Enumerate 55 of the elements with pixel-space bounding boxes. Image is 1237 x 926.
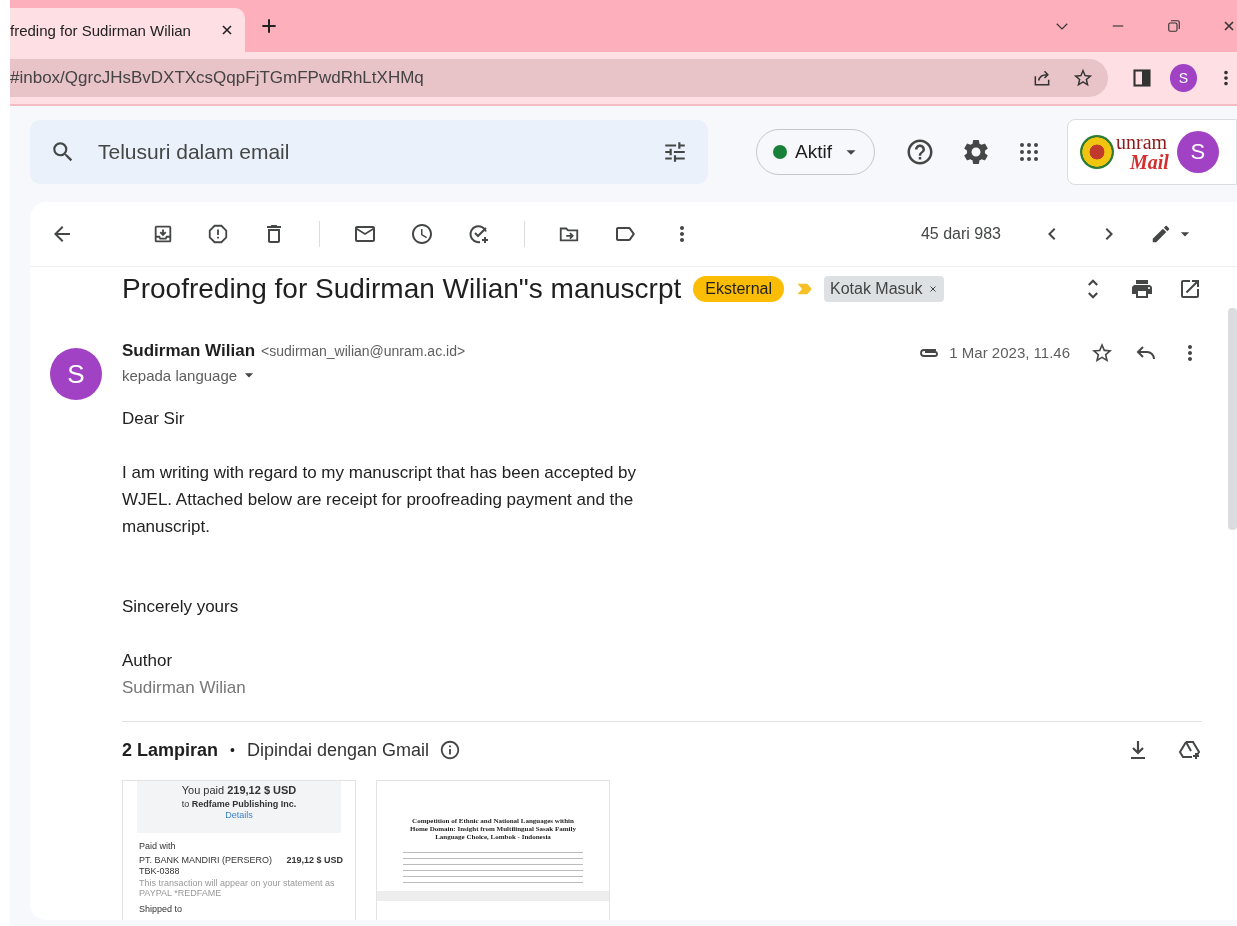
emblem-icon (1080, 135, 1114, 169)
scrollbar-thumb[interactable] (1228, 308, 1237, 530)
open-in-new-window-icon[interactable] (1178, 277, 1202, 301)
search-field[interactable]: Telusuri dalam email (96, 139, 642, 165)
attachment-thumbnail[interactable]: You paid 219,12 $ USD to Redfame Publishing Inc. Details Paid with PT. BANK MANDIRI (PERSERO) TBK-0388 219,12 $ USD This transaction will appear on your statement as PAYPAL *REDFAME Shipped to (122, 780, 356, 920)
pencil-icon[interactable] (1150, 223, 1172, 245)
sender-name: Sudirman Wilian (122, 341, 256, 361)
print-icon[interactable] (1130, 277, 1154, 301)
scan-note: Dipindai dengan Gmail (246, 739, 430, 761)
side-panel-icon[interactable] (1131, 68, 1152, 88)
payment-method: PT. BANK MANDIRI (PERSERO) TBK-0388 (139, 855, 274, 877)
sender-email: <sudirman_wilian@unram.ac.id> (261, 343, 466, 359)
search-bar[interactable]: Telusuri dalam email (30, 120, 708, 184)
body-text: Sincerely yours (122, 596, 240, 618)
sender-avatar: S (50, 348, 102, 400)
clock-icon[interactable] (410, 222, 434, 246)
email-date: 1 Mar 2023, 11.46 (949, 344, 1070, 361)
body-text: Author (122, 650, 174, 672)
label-chip[interactable]: Kotak Masuk (824, 276, 945, 302)
receipt-note: This transaction will appear on your statement as PAYPAL *REDFAME (139, 878, 336, 899)
bullet-separator: • (230, 742, 235, 758)
info-icon[interactable] (439, 739, 462, 761)
message-counter: 45 dari 983 (920, 225, 1001, 243)
address-bar[interactable]: #inbox/QgrcJHsBvDXTXcsQqpFjTGmFPwdRhLtXHMq (10, 59, 1108, 97)
signature: Sudirman Wilian (122, 677, 247, 699)
archive-icon[interactable] (152, 223, 174, 245)
receipt-recipient: to Redfame Publishing Inc. (180, 799, 298, 810)
logo: unram Mail (1116, 132, 1169, 172)
details-link[interactable]: Details (137, 810, 341, 821)
body-text: I am writing with regard to my manuscript that has been accepted by WJEL. Attached below are receipt for proofreading payment and the manuscript. (122, 462, 638, 538)
profile-avatar[interactable]: S (1169, 64, 1197, 92)
payment-amount: 219,12 $ USD (286, 855, 343, 868)
recipient-dropdown[interactable]: kepada language (122, 365, 466, 385)
receipt-label: Paid with (139, 841, 177, 852)
apps-icon[interactable] (1017, 140, 1041, 164)
help-icon[interactable] (905, 137, 935, 167)
attachment-count: 2 Lampiran (122, 739, 219, 761)
star-icon[interactable] (1090, 341, 1114, 365)
label-chip[interactable]: Eksternal (693, 276, 784, 302)
settings-icon[interactable] (961, 137, 991, 167)
bookmark-star-icon[interactable] (1071, 67, 1094, 89)
new-tab-icon[interactable] (259, 16, 279, 36)
body-text: Dear Sir (122, 408, 186, 430)
filter-options-icon[interactable] (662, 139, 688, 165)
add-task-icon[interactable] (467, 222, 491, 246)
account-avatar[interactable]: S (1176, 131, 1219, 173)
receipt-amount: You paid 219,12 $ USD (180, 784, 298, 798)
account-panel[interactable]: unram Mail S (1067, 119, 1237, 185)
spam-icon[interactable] (207, 223, 229, 245)
receipt-label: Shipped to (139, 903, 184, 915)
restore-icon[interactable] (1165, 17, 1183, 35)
browser-tab[interactable]: freding for Sudirman Wilian (10, 8, 245, 52)
remove-icon[interactable] (928, 284, 939, 294)
add-to-drive-icon[interactable] (1178, 738, 1202, 762)
email-subject: Proofreding for Sudirman Wilian"s manuscrpt (122, 273, 682, 305)
